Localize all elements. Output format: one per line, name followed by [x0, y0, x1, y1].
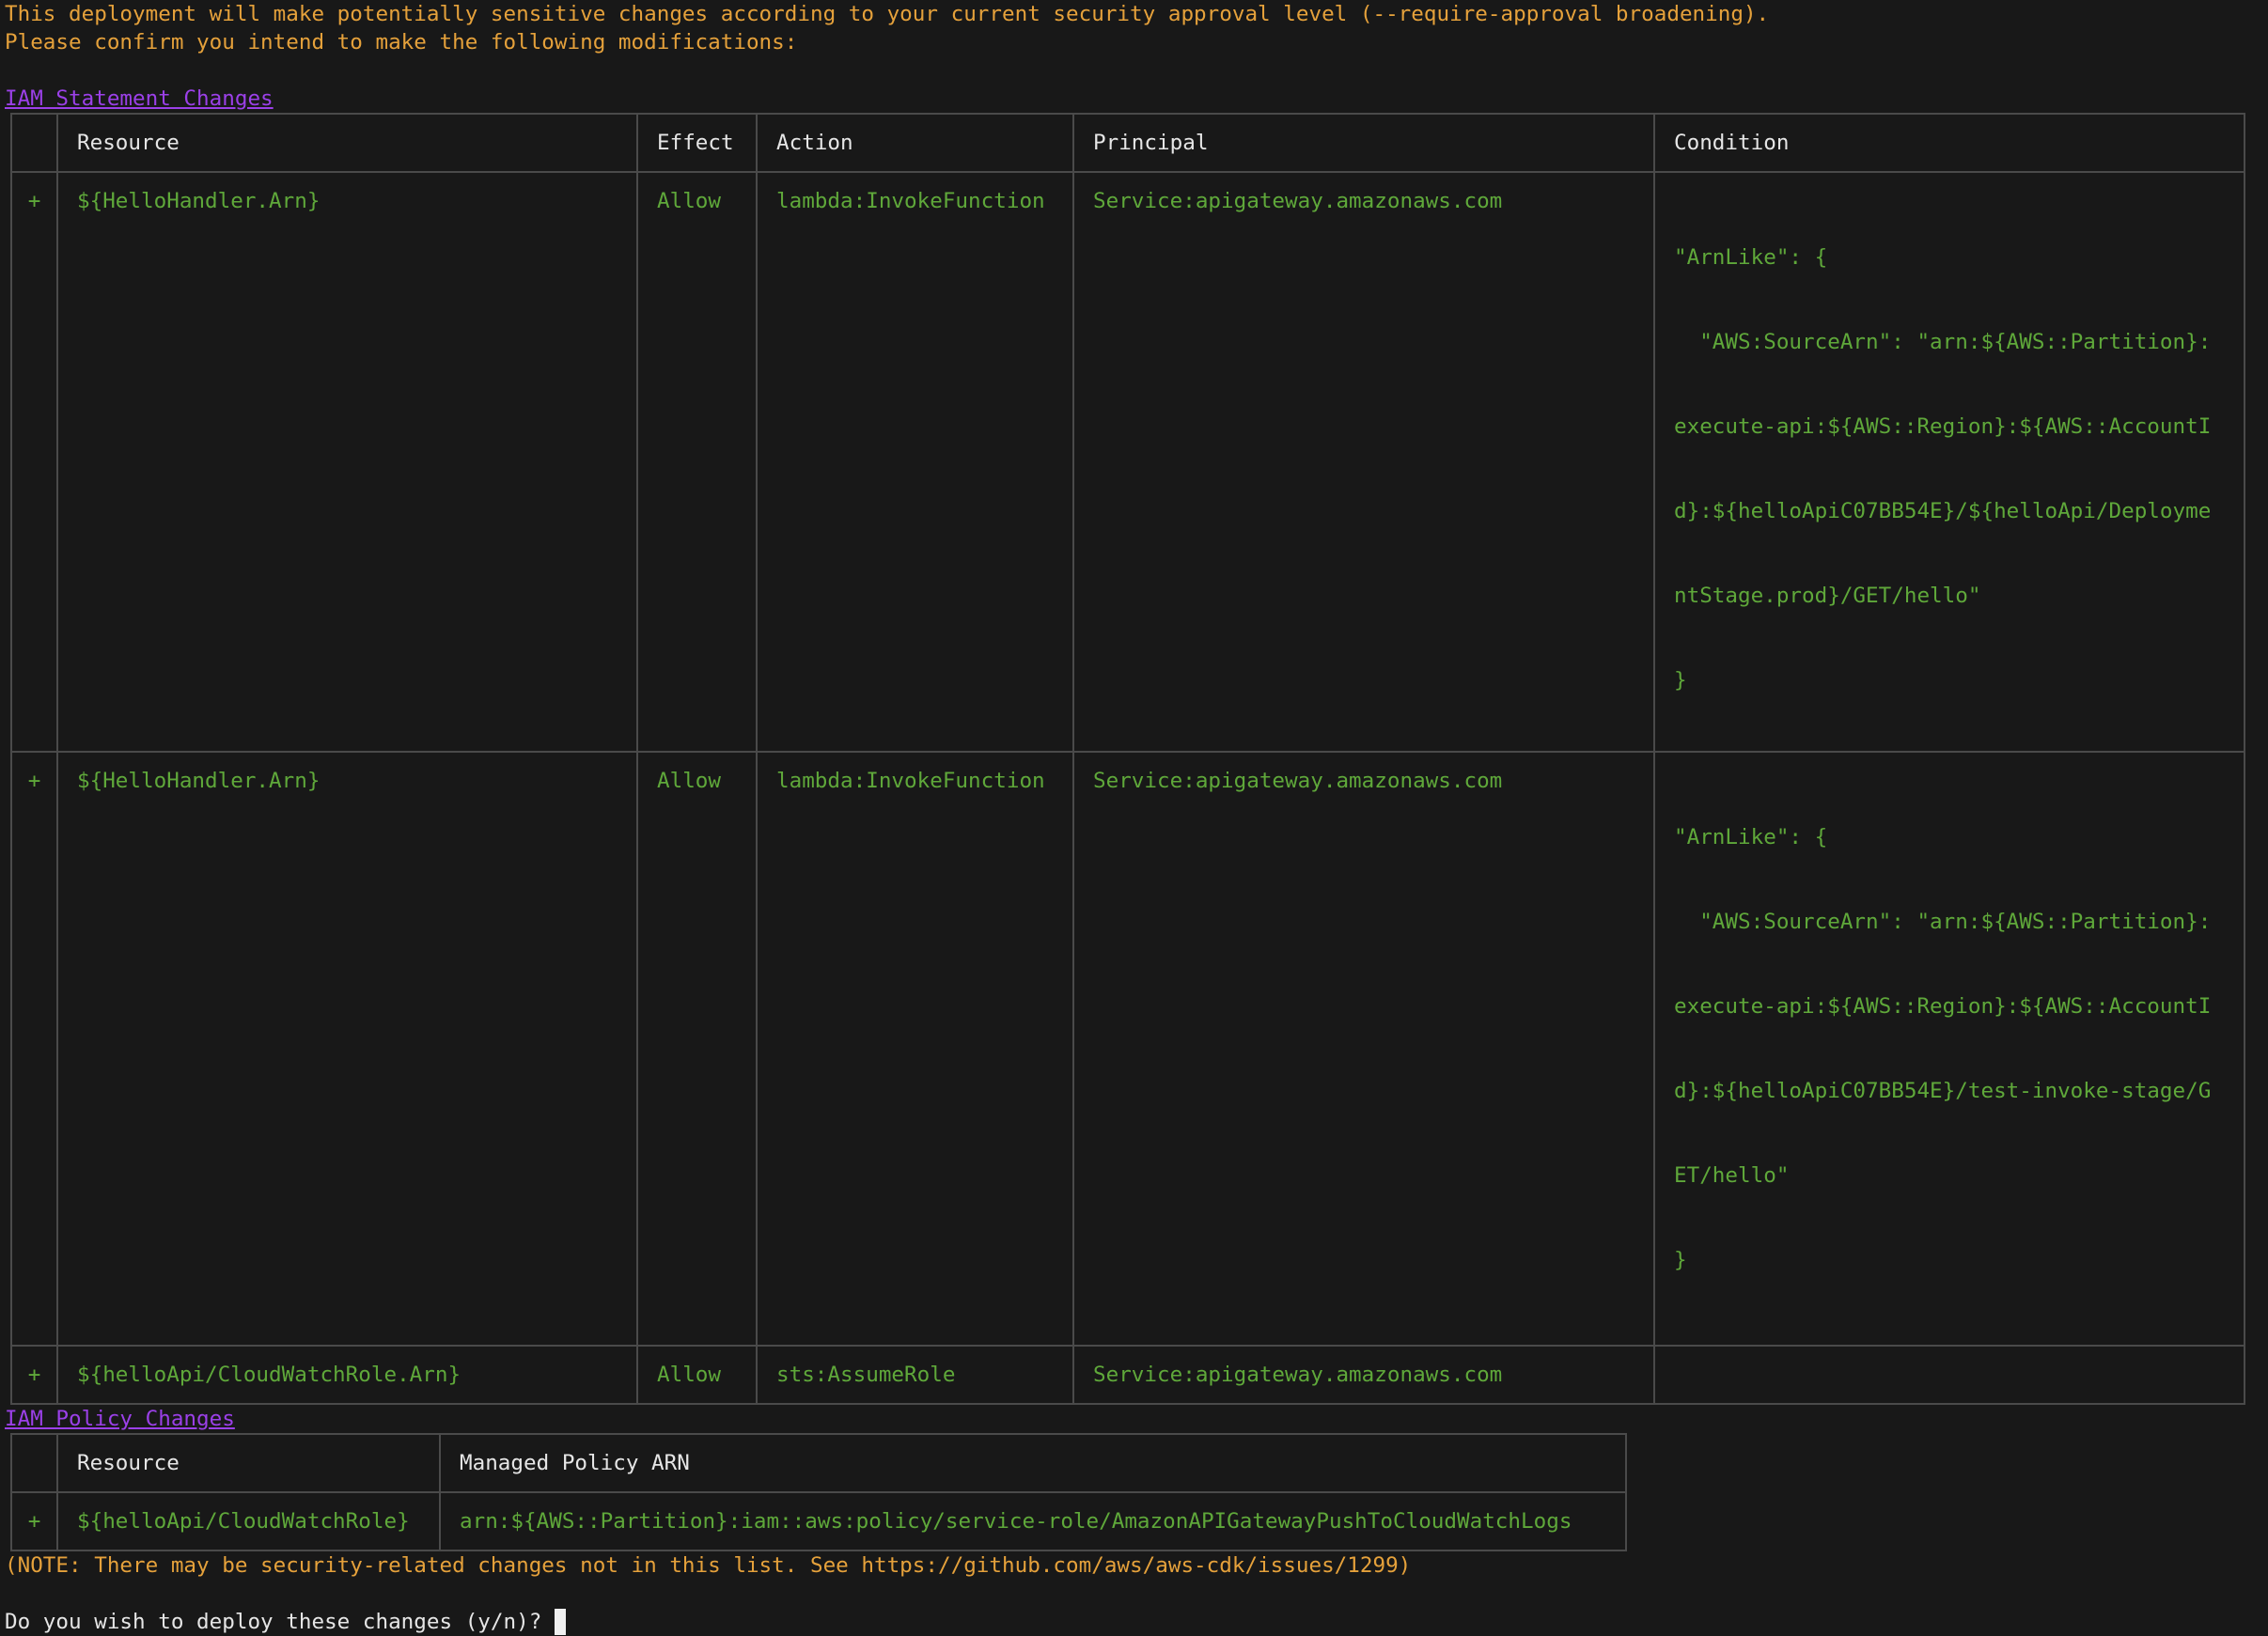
condition-line: d}:${helloApiC07BB54E}/${helloApi/Deploy…: [1674, 499, 2212, 523]
row-condition: "ArnLike": { "AWS:SourceArn": "arn:${AWS…: [1653, 751, 2245, 1347]
condition-line: d}:${helloApiC07BB54E}/test-invoke-stage…: [1674, 1079, 2212, 1103]
row-sign: +: [10, 171, 58, 753]
table-row: + ${HelloHandler.Arn} Allow lambda:Invok…: [10, 171, 2245, 753]
security-note: (NOTE: There may be security-related cha…: [5, 1553, 1412, 1578]
header-resource: Resource: [56, 113, 638, 173]
header-action: Action: [756, 113, 1074, 173]
header-resource: Resource: [56, 1433, 441, 1493]
table-header-row: Resource Effect Action Principal Conditi…: [10, 113, 2245, 173]
table-row: + ${helloApi/CloudWatchRole.Arn} Allow s…: [10, 1345, 2245, 1405]
row-effect: Allow: [636, 751, 758, 1347]
header-principal: Principal: [1072, 113, 1655, 173]
header-sign-cell: [10, 113, 58, 173]
header-condition: Condition: [1653, 113, 2245, 173]
iam-statement-changes-heading: IAM Statement Changes: [5, 86, 274, 111]
table-row: + ${helloApi/CloudWatchRole} arn:${AWS::…: [10, 1491, 1627, 1551]
row-action: sts:AssumeRole: [756, 1345, 1074, 1405]
table-header-row: Resource Managed Policy ARN: [10, 1433, 1627, 1493]
row-managed-policy-arn: arn:${AWS::Partition}:iam::aws:policy/se…: [439, 1491, 1627, 1551]
warning-line-2: Please confirm you intend to make the fo…: [5, 30, 798, 55]
iam-policy-table: Resource Managed Policy ARN + ${helloApi…: [10, 1433, 1627, 1551]
row-principal: Service:apigateway.amazonaws.com: [1072, 1345, 1655, 1405]
condition-line: }: [1674, 1248, 1687, 1272]
header-managed-policy-arn: Managed Policy ARN: [439, 1433, 1627, 1493]
header-sign-cell: [10, 1433, 58, 1493]
iam-statement-table: Resource Effect Action Principal Conditi…: [10, 113, 2245, 1405]
row-sign: +: [10, 1491, 58, 1551]
warning-line-1: This deployment will make potentially se…: [5, 2, 1770, 26]
condition-line: ET/hello": [1674, 1163, 1790, 1188]
row-condition: [1653, 1345, 2245, 1405]
row-effect: Allow: [636, 171, 758, 753]
terminal-output: This deployment will make potentially se…: [5, 0, 2268, 1636]
row-action: lambda:InvokeFunction: [756, 171, 1074, 753]
iam-policy-changes-heading: IAM Policy Changes: [5, 1407, 235, 1431]
row-principal: Service:apigateway.amazonaws.com: [1072, 751, 1655, 1347]
condition-line: }: [1674, 668, 1687, 693]
condition-line: "AWS:SourceArn": "arn:${AWS::Partition}:: [1674, 330, 2212, 354]
confirm-prompt: Do you wish to deploy these changes (y/n…: [5, 1610, 555, 1634]
row-principal: Service:apigateway.amazonaws.com: [1072, 171, 1655, 753]
row-resource: ${HelloHandler.Arn}: [56, 751, 638, 1347]
table-row: + ${HelloHandler.Arn} Allow lambda:Invok…: [10, 751, 2245, 1347]
text-cursor[interactable]: [554, 1609, 566, 1635]
row-resource: ${helloApi/CloudWatchRole}: [56, 1491, 441, 1551]
row-condition: "ArnLike": { "AWS:SourceArn": "arn:${AWS…: [1653, 171, 2245, 753]
row-resource: ${HelloHandler.Arn}: [56, 171, 638, 753]
confirm-prompt-line[interactable]: Do you wish to deploy these changes (y/n…: [5, 1608, 2268, 1636]
condition-line: ntStage.prod}/GET/hello": [1674, 584, 1981, 608]
row-sign: +: [10, 1345, 58, 1405]
row-effect: Allow: [636, 1345, 758, 1405]
condition-line: execute-api:${AWS::Region}:${AWS::Accoun…: [1674, 994, 2212, 1019]
row-sign: +: [10, 751, 58, 1347]
condition-line: execute-api:${AWS::Region}:${AWS::Accoun…: [1674, 414, 2212, 439]
row-action: lambda:InvokeFunction: [756, 751, 1074, 1347]
row-resource: ${helloApi/CloudWatchRole.Arn}: [56, 1345, 638, 1405]
condition-line: "ArnLike": {: [1674, 245, 1828, 270]
header-effect: Effect: [636, 113, 758, 173]
condition-line: "AWS:SourceArn": "arn:${AWS::Partition}:: [1674, 910, 2212, 934]
condition-line: "ArnLike": {: [1674, 825, 1828, 849]
